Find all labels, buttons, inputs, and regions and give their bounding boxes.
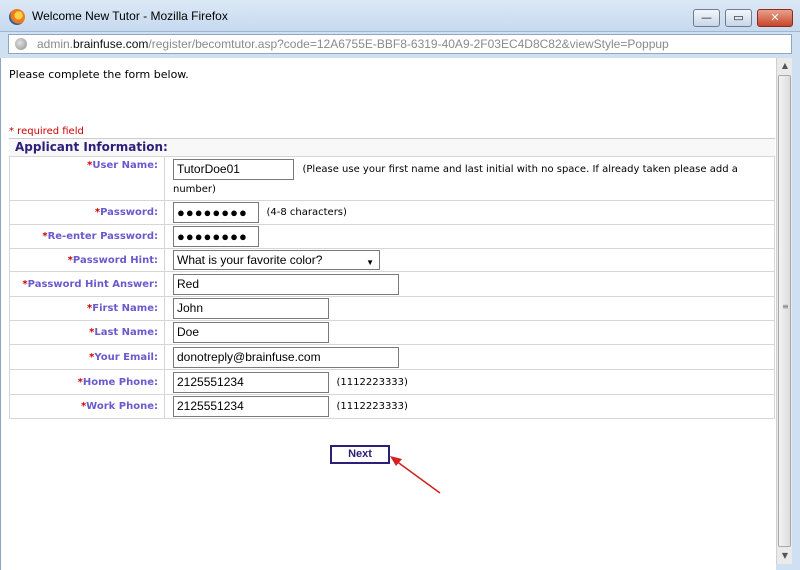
home-phone-hint: (1112223333) <box>336 376 408 388</box>
globe-icon <box>15 38 27 50</box>
work-phone-input[interactable]: 2125551234 <box>173 396 329 417</box>
maximize-button[interactable]: ▭ <box>725 9 752 27</box>
password-label: *Password: <box>9 200 165 225</box>
password-input[interactable]: ●●●●●●●● <box>173 202 259 223</box>
password-hint-answer-input[interactable]: Red <box>173 273 399 295</box>
window-titlebar: Welcome New Tutor - Mozilla Firefox — ▭ … <box>0 0 800 32</box>
form-row-username: *User Name: TutorDoe01 (Please use your … <box>9 156 775 201</box>
username-input[interactable]: TutorDoe01 <box>173 159 294 180</box>
window-border <box>792 54 800 570</box>
vertical-scrollbar[interactable]: ▲ ≡ ▼ <box>776 58 792 564</box>
work-phone-hint: (1112223333) <box>336 401 408 412</box>
home-phone-input[interactable]: 2125551234 <box>173 371 329 393</box>
required-note: * required field <box>9 126 84 137</box>
url-text[interactable]: admin.brainfuse.com/register/becomtutor.… <box>37 37 669 51</box>
section-title: Applicant Information: <box>9 138 775 156</box>
reenter-password-label: *Re-enter Password: <box>9 224 165 249</box>
username-label: *User Name: <box>9 156 165 201</box>
annotation-arrow-icon <box>390 456 441 494</box>
grip-icon: ≡ <box>782 302 789 311</box>
form-row-first-name: *First Name: John <box>9 296 775 321</box>
form-row-reenter: *Re-enter Password: ●●●●●●●● <box>9 224 775 249</box>
password-hint-label: *Password Hint: <box>9 248 165 272</box>
scroll-up-icon[interactable]: ▲ <box>777 58 793 74</box>
last-name-label: *Last Name: <box>9 320 165 345</box>
address-bar[interactable]: admin.brainfuse.com/register/becomtutor.… <box>8 34 792 54</box>
form-row-work-phone: *Work Phone: 2125551234 (1112223333) <box>9 394 775 419</box>
email-input[interactable]: donotreply@brainfuse.com <box>173 346 399 368</box>
firefox-icon <box>9 9 25 25</box>
first-name-label: *First Name: <box>9 296 165 321</box>
form-row-home-phone: *Home Phone: 2125551234 (1112223333) <box>9 369 775 395</box>
email-label: *Your Email: <box>9 344 165 370</box>
scroll-down-icon[interactable]: ▼ <box>777 548 793 564</box>
work-phone-label: *Work Phone: <box>9 394 165 419</box>
form-row-hint-answer: *Password Hint Answer: Red <box>9 271 775 297</box>
form-row-email: *Your Email: donotreply@brainfuse.com <box>9 344 775 370</box>
intro-text: Please complete the form below. <box>9 68 189 81</box>
page-content: Please complete the form below. * requir… <box>0 58 776 570</box>
applicant-form: *User Name: TutorDoe01 (Please use your … <box>9 156 775 419</box>
next-button[interactable]: Next <box>330 445 390 464</box>
password-hint-select[interactable]: What is your favorite color? ▼ <box>173 250 380 270</box>
minimize-button[interactable]: — <box>693 9 720 27</box>
form-row-password: *Password: ●●●●●●●● (4-8 characters) <box>9 200 775 225</box>
first-name-input[interactable]: John <box>173 298 329 319</box>
chevron-down-icon: ▼ <box>366 258 374 267</box>
home-phone-label: *Home Phone: <box>9 369 165 395</box>
scrollbar-thumb[interactable]: ≡ <box>778 75 791 547</box>
form-row-last-name: *Last Name: Doe <box>9 320 775 345</box>
password-hint-answer-label: *Password Hint Answer: <box>9 271 165 297</box>
window-title: Welcome New Tutor - Mozilla Firefox <box>32 9 228 23</box>
reenter-password-input[interactable]: ●●●●●●●● <box>173 226 259 247</box>
form-row-hint-question: *Password Hint: What is your favorite co… <box>9 248 775 272</box>
last-name-input[interactable]: Doe <box>173 322 329 343</box>
password-hint: (4-8 characters) <box>266 207 347 218</box>
close-button[interactable]: ✕ <box>757 9 793 27</box>
